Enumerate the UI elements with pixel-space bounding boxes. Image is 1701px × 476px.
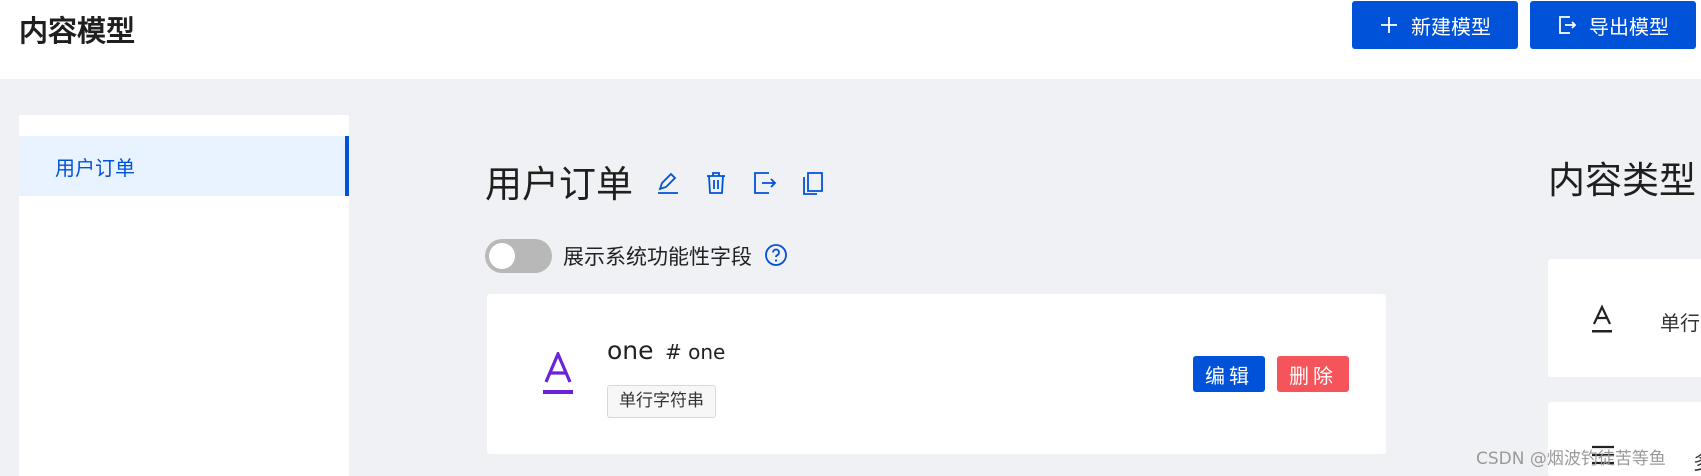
field-name: one (607, 336, 654, 365)
plus-icon (1381, 17, 1397, 33)
field-card: one # one 单行字符串 编辑 删除 (487, 294, 1386, 454)
field-type-tag: 单行字符串 (607, 385, 716, 418)
export-model-label: 导出模型 (1589, 14, 1669, 39)
new-model-button[interactable]: 新建模型 (1352, 1, 1518, 49)
system-fields-toggle-label: 展示系统功能性字段 (563, 245, 752, 269)
export-model-icon[interactable] (752, 170, 778, 196)
edit-field-button[interactable]: 编辑 (1193, 356, 1265, 392)
model-sidebar: 用户订单 (19, 115, 349, 476)
new-model-label: 新建模型 (1411, 14, 1491, 39)
help-icon[interactable] (764, 243, 788, 267)
watermark: CSDN @烟波钓徒苦等鱼 (1476, 449, 1666, 469)
delete-icon[interactable] (703, 170, 729, 196)
text-icon (541, 349, 575, 396)
field-key: # one (665, 340, 726, 364)
model-title: 用户订单 (485, 163, 633, 206)
page-title: 内容模型 (19, 14, 136, 48)
header-bar: 内容模型 新建模型 导出模型 (0, 0, 1701, 79)
content-type-single-line[interactable]: 单行 (1548, 259, 1701, 377)
text-icon (1590, 304, 1614, 334)
delete-field-button[interactable]: 删除 (1277, 356, 1349, 392)
content-type-label: 单行 (1660, 311, 1700, 335)
sidebar-item-label: 用户订单 (55, 155, 135, 180)
content-type-label: 多行 (1693, 446, 1701, 475)
export-model-button[interactable]: 导出模型 (1530, 1, 1696, 49)
export-icon (1559, 16, 1577, 34)
content-types-title: 内容类型 (1548, 159, 1696, 202)
copy-icon[interactable] (800, 170, 826, 196)
sidebar-item-user-orders[interactable]: 用户订单 (19, 136, 349, 196)
toggle-knob (489, 243, 515, 269)
edit-icon[interactable] (655, 170, 681, 196)
system-fields-toggle[interactable] (485, 239, 552, 273)
